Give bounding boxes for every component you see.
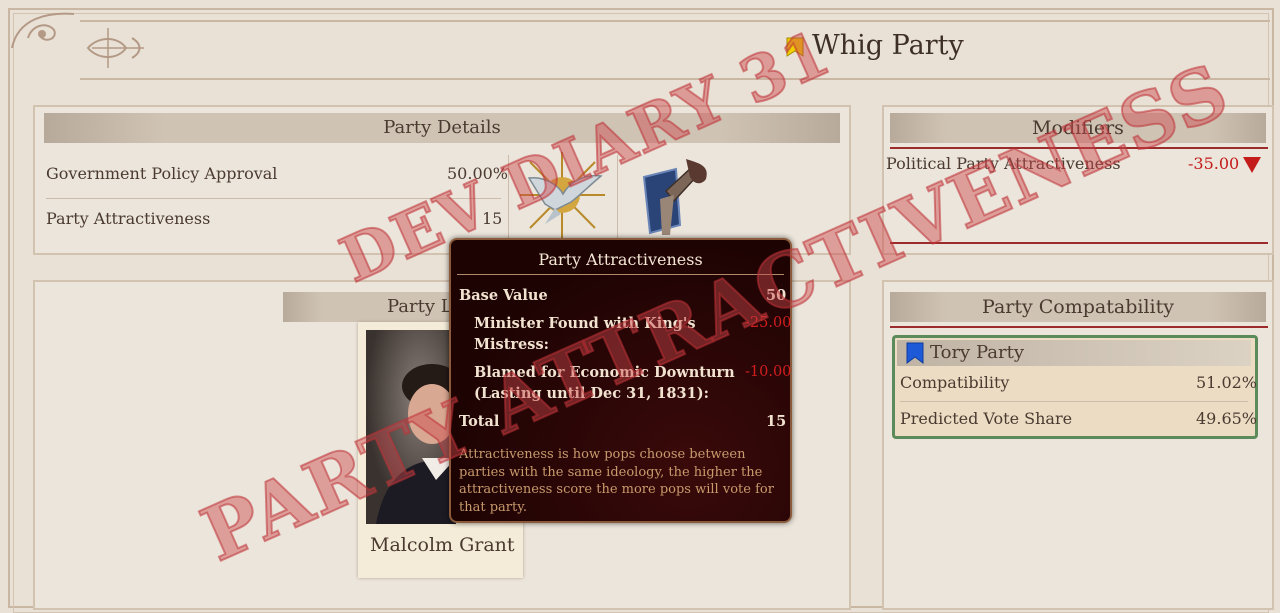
party-attractiveness-value[interactable]: 15 (482, 209, 502, 228)
divider (890, 242, 1268, 244)
total-label: Total (459, 413, 500, 430)
party-details-header: Party Details (44, 113, 840, 143)
party-attractiveness-label[interactable]: Party Attractiveness (46, 209, 210, 228)
modifier2-value: -10.00 (745, 364, 792, 380)
attractiveness-tooltip: Party Attractiveness Base Value 50 Minis… (449, 238, 792, 523)
desc-line: parties with the same ideology, the high… (459, 464, 763, 480)
modifier2-label-line2: (Lasting until Dec 31, 1831): (474, 385, 709, 402)
compatibility-label: Compatibility (900, 373, 1010, 392)
modifier-value: -35.00 (1188, 154, 1240, 173)
modifier1-value: -25.00 (745, 315, 792, 331)
party-title: Whig Party (812, 30, 964, 61)
leader-name: Malcolm Grant (370, 534, 515, 556)
compat-header: Party Compatability (890, 292, 1266, 322)
modifiers-header: Modifiers (890, 113, 1266, 143)
base-value: 50 (766, 287, 787, 304)
tory-flag-icon (906, 342, 924, 364)
modifier2-label-line1: Blamed for Economic Downturn (474, 364, 735, 381)
gov-approval-value: 50.00% (447, 164, 509, 183)
modifier1-label-line1: Minister Found with King's (474, 315, 696, 332)
decrease-arrow-icon (1243, 157, 1261, 173)
desc-line: attractiveness score the more pops will … (459, 482, 774, 497)
leader-portrait (366, 330, 456, 524)
total-value: 15 (766, 413, 787, 430)
tooltip-description: Attractiveness is how pops choose betwee… (459, 446, 774, 516)
divider (890, 147, 1268, 149)
dove-icon[interactable] (515, 150, 610, 240)
modifier-label[interactable]: Political Party Attractiveness (886, 154, 1121, 173)
desc-line: that party. (459, 499, 527, 515)
base-value-label: Base Value (459, 287, 548, 304)
title-bar (80, 20, 1270, 80)
tooltip-divider (457, 274, 784, 275)
vote-share-value: 49.65% (1196, 409, 1258, 428)
party-compat-panel (882, 280, 1274, 610)
tory-party-name: Tory Party (930, 342, 1024, 363)
modifier1-label-line2: Mistress: (474, 336, 549, 353)
compatibility-value: 51.02% (1196, 373, 1258, 392)
divider (900, 401, 1248, 402)
torch-shield-icon[interactable] (640, 155, 712, 240)
tooltip-title: Party Attractiveness (538, 250, 703, 269)
divider (890, 326, 1268, 328)
divider (508, 155, 509, 245)
party-flag-icon (786, 37, 804, 57)
divider (46, 198, 501, 199)
desc-line: Attractiveness is how pops choose betwee… (459, 447, 746, 462)
vote-share-label: Predicted Vote Share (900, 409, 1073, 428)
gov-approval-label: Government Policy Approval (46, 164, 278, 183)
divider (617, 155, 618, 245)
